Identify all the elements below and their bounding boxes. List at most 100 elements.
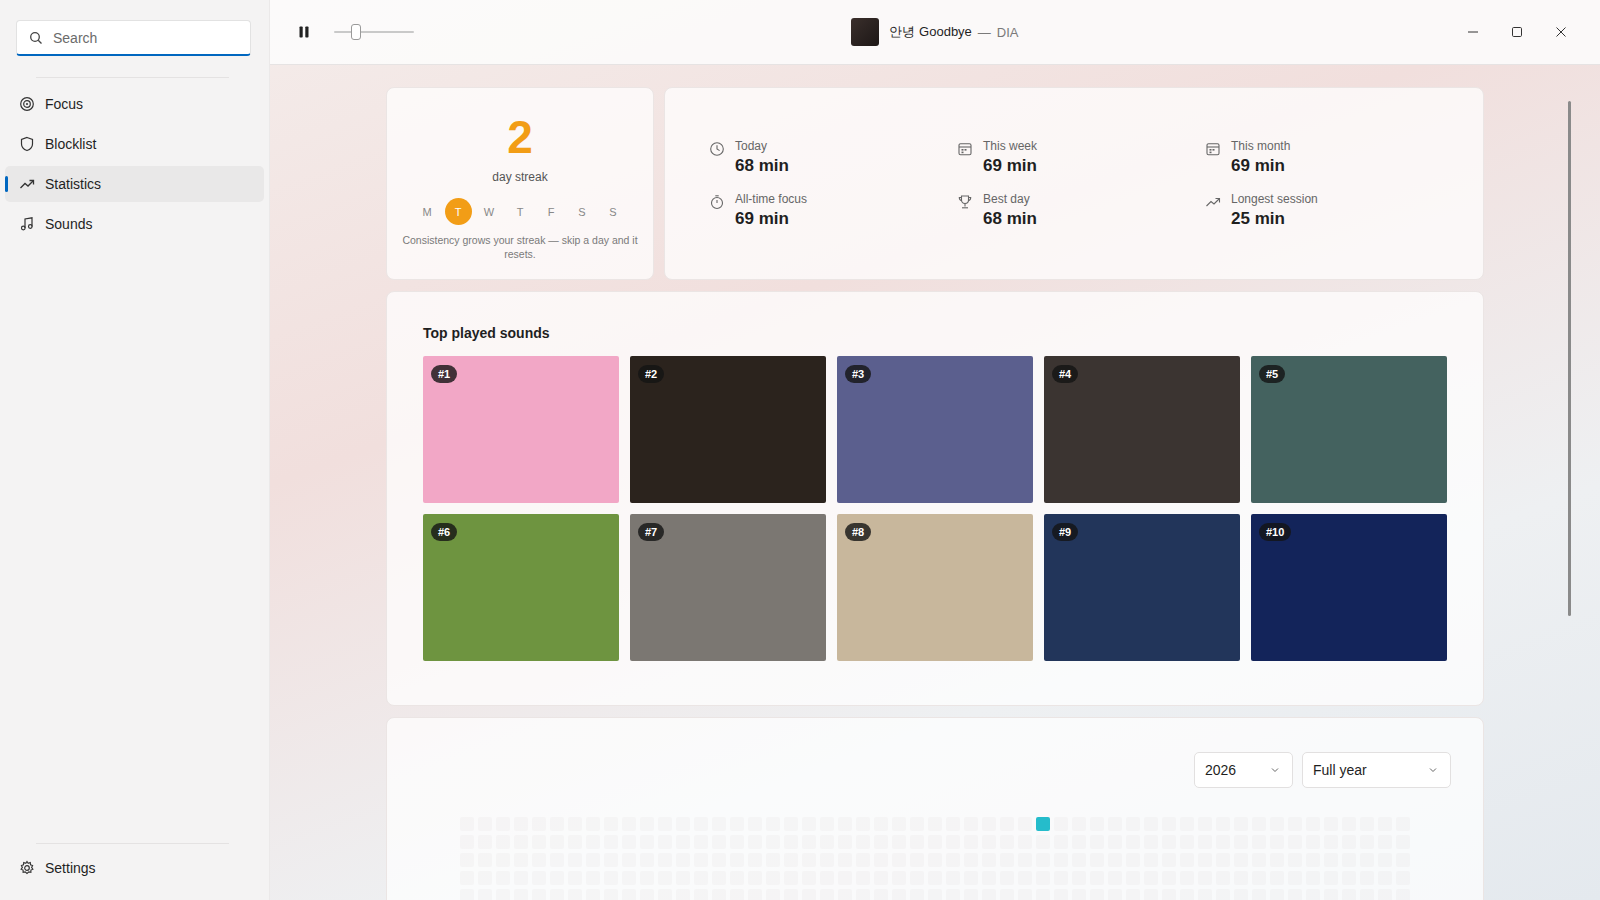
close-icon (1555, 26, 1567, 38)
heatmap-cell (1396, 853, 1410, 867)
weekday: S (600, 198, 627, 225)
heatmap-cell (568, 871, 582, 885)
sound-tile[interactable]: #5 (1251, 356, 1447, 503)
sidebar-item[interactable]: Statistics (5, 166, 264, 202)
sound-tile[interactable]: #7 (630, 514, 826, 661)
heatmap-cell (1216, 889, 1230, 900)
maximize-button[interactable] (1495, 16, 1539, 48)
settings-item[interactable]: Settings (5, 850, 264, 886)
sidebar-item[interactable]: Focus (5, 86, 264, 122)
heatmap-cell (784, 835, 798, 849)
calendar-icon (1205, 141, 1221, 157)
heatmap-cell (586, 853, 600, 867)
heatmap-cell (748, 871, 762, 885)
heatmap-cell (748, 853, 762, 867)
stat-value: 68 min (735, 156, 789, 176)
sidebar: Search Focus Blocklist Statistics Sounds Sett… (0, 0, 270, 900)
heatmap-cell (1162, 835, 1176, 849)
heatmap-cell (694, 853, 708, 867)
heatmap-cell (1000, 871, 1014, 885)
heatmap-cell (514, 871, 528, 885)
heatmap-cell (982, 889, 996, 900)
heatmap-cell (1342, 835, 1356, 849)
heatmap-card: 2026Full year (386, 717, 1484, 900)
heatmap-cell (1036, 817, 1050, 831)
heatmap-cell (1180, 889, 1194, 900)
weekday-row: MTWTFSS (414, 198, 627, 225)
clock-icon (709, 141, 725, 157)
heatmap-cell (1360, 871, 1374, 885)
heatmap-cell (730, 817, 744, 831)
heatmap-cell (766, 889, 780, 900)
sidebar-item-label: Statistics (45, 176, 101, 192)
content: 2day streakMTWTFSSConsistency grows your… (270, 65, 1600, 900)
heatmap-cell (856, 835, 870, 849)
heatmap-cell (1018, 853, 1032, 867)
heatmap-cell (730, 889, 744, 900)
stat-text: This week69 min (983, 139, 1037, 176)
heatmap-cell (892, 853, 906, 867)
range-dropdown[interactable]: Full year (1302, 752, 1451, 788)
heatmap-cell (622, 835, 636, 849)
volume-slider[interactable] (334, 22, 414, 42)
sound-tile[interactable]: #2 (630, 356, 826, 503)
heatmap-cell (712, 853, 726, 867)
heatmap-cell (892, 817, 906, 831)
heatmap-cell (1000, 835, 1014, 849)
heatmap-cell (1270, 889, 1284, 900)
heatmap-cell (928, 871, 942, 885)
weekday: S (569, 198, 596, 225)
heatmap-cell (1198, 871, 1212, 885)
heatmap-cell (478, 871, 492, 885)
heatmap-cell (802, 817, 816, 831)
heatmap-cell (1252, 835, 1266, 849)
heatmap-cell (1396, 889, 1410, 900)
play-pause-button[interactable] (290, 18, 318, 46)
close-button[interactable] (1539, 16, 1583, 48)
sound-tile[interactable]: #1 (423, 356, 619, 503)
heatmap-cell (658, 889, 672, 900)
scrollbar-thumb[interactable] (1568, 101, 1571, 616)
heatmap-cell (694, 817, 708, 831)
sound-tile[interactable]: #6 (423, 514, 619, 661)
sound-tile[interactable]: #3 (837, 356, 1033, 503)
pause-icon (297, 25, 311, 39)
heatmap-cell (1000, 817, 1014, 831)
rank-badge: #8 (845, 523, 871, 541)
sound-tile[interactable]: #8 (837, 514, 1033, 661)
heatmap-cell (1162, 889, 1176, 900)
heatmap-cell (1054, 835, 1068, 849)
heatmap-cell (1198, 835, 1212, 849)
year-dropdown[interactable]: 2026 (1194, 752, 1293, 788)
sidebar-item[interactable]: Blocklist (5, 126, 264, 162)
sound-tile[interactable]: #10 (1251, 514, 1447, 661)
heatmap-cell (676, 853, 690, 867)
rank-badge: #2 (638, 365, 664, 383)
app-window: Search Focus Blocklist Statistics Sounds Sett… (0, 0, 1600, 900)
volume-thumb[interactable] (351, 24, 361, 40)
stat-text: This month69 min (1231, 139, 1290, 176)
heatmap-cell (1072, 835, 1086, 849)
heatmap-cell (1144, 835, 1158, 849)
heatmap-cell (1378, 889, 1392, 900)
album-art (851, 18, 879, 46)
heatmap-cell (1144, 853, 1158, 867)
rank-badge: #9 (1052, 523, 1078, 541)
minimize-button[interactable] (1451, 16, 1495, 48)
heatmap-cell (1216, 835, 1230, 849)
chevron-down-icon (1428, 765, 1438, 775)
sidebar-item[interactable]: Sounds (5, 206, 264, 242)
top-sounds-title: Top played sounds (423, 325, 1447, 341)
heatmap-cell (1342, 853, 1356, 867)
heatmap-cell (964, 889, 978, 900)
search-field[interactable]: Search (16, 20, 251, 56)
heatmap-cell (1360, 817, 1374, 831)
sound-tile[interactable]: #9 (1044, 514, 1240, 661)
sound-tile[interactable]: #4 (1044, 356, 1240, 503)
heatmap-cell (1054, 853, 1068, 867)
title-bar: 안녕 Goodbye—DIA (270, 0, 1600, 65)
heatmap-cell (964, 871, 978, 885)
heatmap-cell (1378, 871, 1392, 885)
heatmap-cell (856, 817, 870, 831)
heatmap-cell (1090, 853, 1104, 867)
